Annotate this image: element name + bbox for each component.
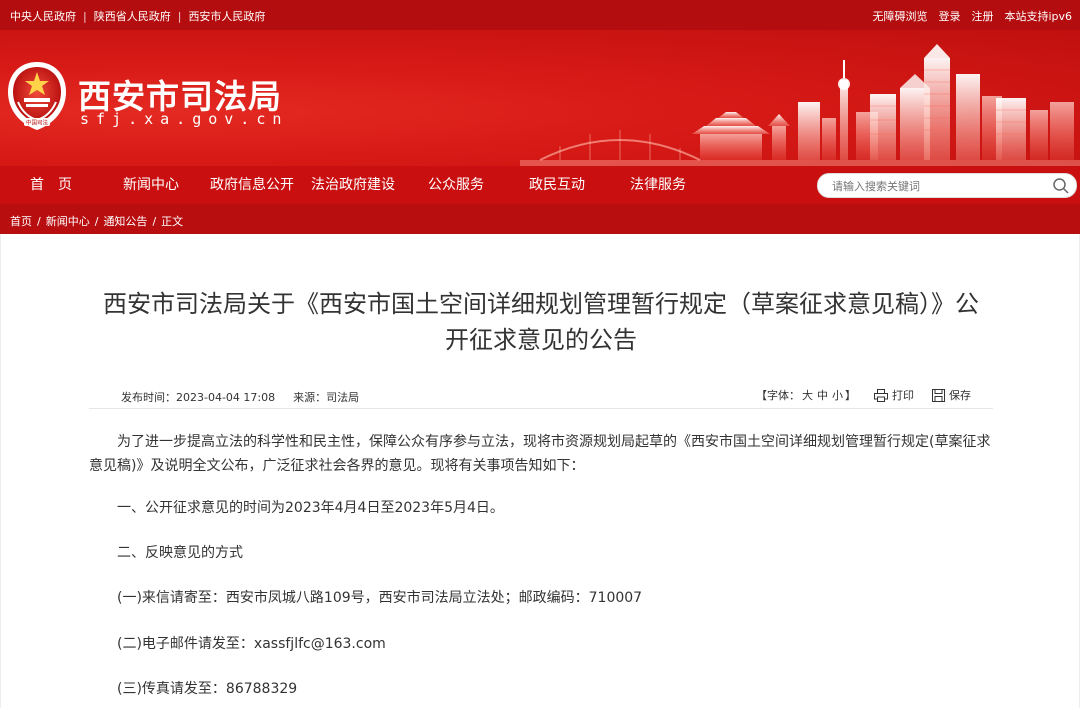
accessibility-link[interactable]: 无障碍浏览 [872,8,927,24]
paragraph-intro: 为了进一步提高立法的科学性和民主性，保障公众有序参与立法，现将市资源规划局起草的… [89,434,991,474]
print-button[interactable]: 打印 [874,387,914,403]
article-meta: 发布时间：2023-04-04 17:08 来源：司法局 [121,389,359,405]
gov-links: 中央人民政府 | 陕西省人民政府 | 西安市人民政府 [10,8,265,24]
publish-time: 发布时间：2023-04-04 17:08 [121,391,276,404]
ipv6-label: 本站支持ipv6 [1004,10,1072,23]
font-size-selector: 【字体：大中小】 [756,387,856,403]
font-size-medium[interactable]: 中 [817,389,828,402]
separator: | [177,9,182,23]
article-tools: 【字体：大中小】 打印 保存 [756,387,971,403]
city-skyline-illustration [520,44,1080,166]
emblem-text: 中国司法 [26,119,49,127]
breadcrumb-news[interactable]: 新闻中心 [46,213,90,229]
paragraph-fax: (三)传真请发至：86788329 [117,681,298,697]
font-size-small[interactable]: 小 [832,389,843,402]
breadcrumb-separator: / [94,214,99,228]
separator: | [83,9,87,23]
link-central-gov[interactable]: 中央人民政府 [10,8,76,24]
nav-home[interactable]: 首 页 [30,166,72,204]
nav-rule-of-law[interactable]: 法治政府建设 [311,166,395,204]
save-label: 保存 [949,389,971,402]
search-input[interactable] [832,177,1042,195]
login-link[interactable]: 登录 [938,8,960,24]
breadcrumb-current: 正文 [161,215,184,228]
paragraph-mail: (一)来信请寄至：西安市凤城八路109号，西安市司法局立法处；邮政编码：7100… [117,590,643,606]
register-link[interactable]: 注册 [971,8,993,24]
nav-interaction[interactable]: 政民互动 [529,166,585,204]
nav-legal-service[interactable]: 法律服务 [630,166,686,204]
top-utility-bar: 中央人民政府 | 陕西省人民政府 | 西安市人民政府 无障碍浏览 登录 注册 本… [0,0,1080,30]
breadcrumb-separator: / [152,214,157,228]
justice-emblem-icon: 中国司法 [8,62,66,130]
search-box [817,173,1077,198]
paragraph-period: 一、公开征求意见的时间为2023年4月4日至2023年5月4日。 [117,500,504,516]
article-title: 西安市司法局关于《西安市国土空间详细规划管理暂行规定（草案征求意见稿）》公开征求… [103,290,979,354]
font-size-end: 】 [845,389,856,402]
paragraph-email: (二)电子邮件请发至：xassfjlfc@163.com [117,636,386,652]
breadcrumb-separator: / [37,214,41,228]
meta-divider [89,408,993,409]
printer-icon [874,388,888,402]
breadcrumb: 首页 / 新闻中心 / 通知公告 / 正文 [0,204,1080,234]
breadcrumb-notices[interactable]: 通知公告 [103,213,147,229]
font-size-label: 【字体： [756,389,800,402]
save-icon [932,388,945,402]
user-links: 无障碍浏览 登录 注册 本站支持ipv6 [872,8,1072,24]
nav-public-service[interactable]: 公众服务 [428,166,484,204]
link-xian-gov[interactable]: 西安市人民政府 [188,8,265,24]
save-button[interactable]: 保存 [932,387,971,403]
nav-gov-info-disclosure[interactable]: 政府信息公开 [210,166,294,204]
article-container: 西安市司法局关于《西安市国土空间详细规划管理暂行规定（草案征求意见稿）》公开征求… [0,234,1080,708]
main-nav: 首 页 新闻中心 政府信息公开 法治政府建设 公众服务 政民互动 法律服务 [0,166,1080,204]
search-icon[interactable] [1052,177,1070,195]
print-label: 打印 [892,389,914,402]
site-domain: sfj.xa.gov.cn [80,110,289,128]
article-source: 来源：司法局 [293,391,360,404]
header-banner: 中国司法 西安市司法局 sfj.xa.gov.cn [0,30,1080,166]
font-size-large[interactable]: 大 [802,389,813,402]
paragraph-methods-heading: 二、反映意见的方式 [117,545,243,561]
breadcrumb-home[interactable]: 首页 [10,213,32,229]
nav-news-center[interactable]: 新闻中心 [123,166,179,204]
link-shaanxi-gov[interactable]: 陕西省人民政府 [94,8,171,24]
